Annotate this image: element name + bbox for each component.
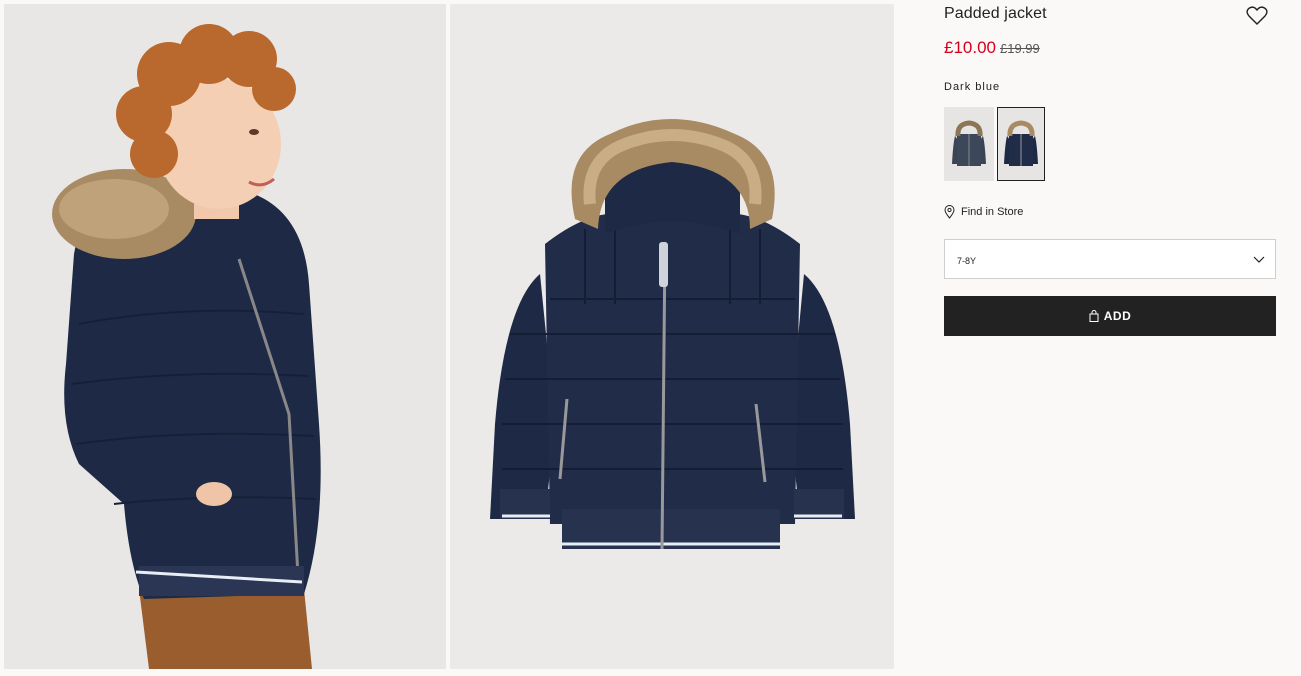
original-price: £19.99 [1000,41,1040,56]
product-image-flat[interactable] [450,4,894,669]
find-in-store-label: Find in Store [961,206,1024,218]
chevron-down-icon [1253,256,1265,263]
find-in-store-link[interactable]: Find in Store [944,205,1023,219]
model-photo [4,4,446,669]
product-page: Padded jacket £10.00 £19.99 Dark blue Fi… [0,0,1301,676]
jacket-photo [450,4,894,669]
product-image-model[interactable] [4,4,446,669]
size-dropdown[interactable]: 7-8Y [944,239,1276,279]
jacket-swatch-grey[interactable] [944,107,994,181]
add-to-bag-button[interactable]: ADD [944,296,1276,336]
heart-icon [1246,6,1268,25]
jacket-thumbnail-grey [952,120,986,166]
jacket-swatch-dark-blue[interactable] [997,107,1045,181]
sale-price: £10.00 [944,38,996,57]
location-pin-icon [944,205,955,219]
color-swatches [944,107,1045,181]
selected-size: 7-8Y [957,256,977,266]
add-button-label: ADD [1103,309,1132,323]
product-title: Padded jacket [944,5,1047,22]
color-label: Dark blue [944,81,1001,93]
jacket-thumbnail-dark-blue [1004,120,1038,166]
favorite-button[interactable] [1246,5,1268,27]
shopping-bag-icon [1089,310,1099,322]
price-row: £10.00 £19.99 [944,38,1040,58]
